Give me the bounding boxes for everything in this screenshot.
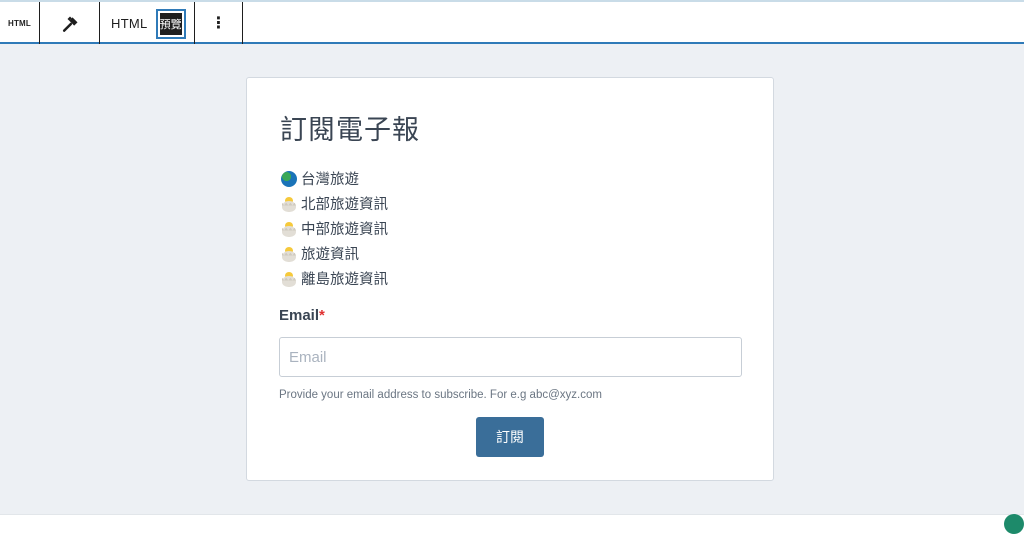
list-item: 中部旅遊資訊: [281, 216, 388, 241]
hatching-chick-icon: [281, 271, 297, 287]
block-toolbar: HTML HTML 預覽 ⋮: [0, 0, 1024, 45]
more-options-button[interactable]: ⋮: [195, 2, 243, 45]
status-badge: [1004, 514, 1024, 534]
email-label: Email*: [279, 307, 325, 324]
hatching-chick-icon: [281, 196, 297, 212]
list-item: 旅遊資訊: [281, 241, 388, 266]
email-field[interactable]: [279, 337, 742, 377]
bottom-bar: [0, 514, 1024, 533]
topic-label: 北部旅遊資訊: [301, 197, 388, 213]
topic-list: 台灣旅遊 北部旅遊資訊 中部旅遊資訊 旅遊資訊 離島旅遊資訊: [281, 166, 388, 291]
topic-label: 離島旅遊資訊: [301, 272, 388, 288]
list-item: 台灣旅遊: [281, 166, 388, 191]
transform-button[interactable]: [40, 2, 100, 45]
hammer-icon: [62, 16, 77, 32]
topic-label: 中部旅遊資訊: [301, 222, 388, 238]
email-label-text: Email: [279, 307, 320, 324]
list-item: 離島旅遊資訊: [281, 266, 388, 291]
tab-preview-label: 預覽: [159, 12, 182, 35]
more-vertical-icon: ⋮: [210, 14, 227, 32]
form-title: 訂閱電子報: [280, 115, 420, 146]
mode-switcher: HTML 預覽: [100, 2, 195, 45]
list-item: 北部旅遊資訊: [281, 191, 388, 216]
tab-html[interactable]: HTML: [111, 16, 148, 31]
tab-preview[interactable]: 預覽: [155, 8, 186, 39]
hatching-chick-icon: [281, 221, 297, 237]
block-type-button[interactable]: HTML: [0, 2, 40, 45]
subscribe-button[interactable]: 訂閱: [476, 417, 544, 457]
newsletter-form-card: 訂閱電子報 台灣旅遊 北部旅遊資訊 中部旅遊資訊 旅遊資訊 離島旅遊資訊 Ema…: [246, 77, 774, 481]
html-block-icon: HTML: [7, 19, 31, 28]
hatching-chick-icon: [281, 246, 297, 262]
topic-label: 旅遊資訊: [301, 247, 359, 263]
email-help-text: Provide your email address to subscribe.…: [279, 389, 602, 401]
globe-icon: [281, 170, 297, 187]
required-marker: *: [319, 307, 325, 324]
topic-label: 台灣旅遊: [301, 172, 359, 188]
